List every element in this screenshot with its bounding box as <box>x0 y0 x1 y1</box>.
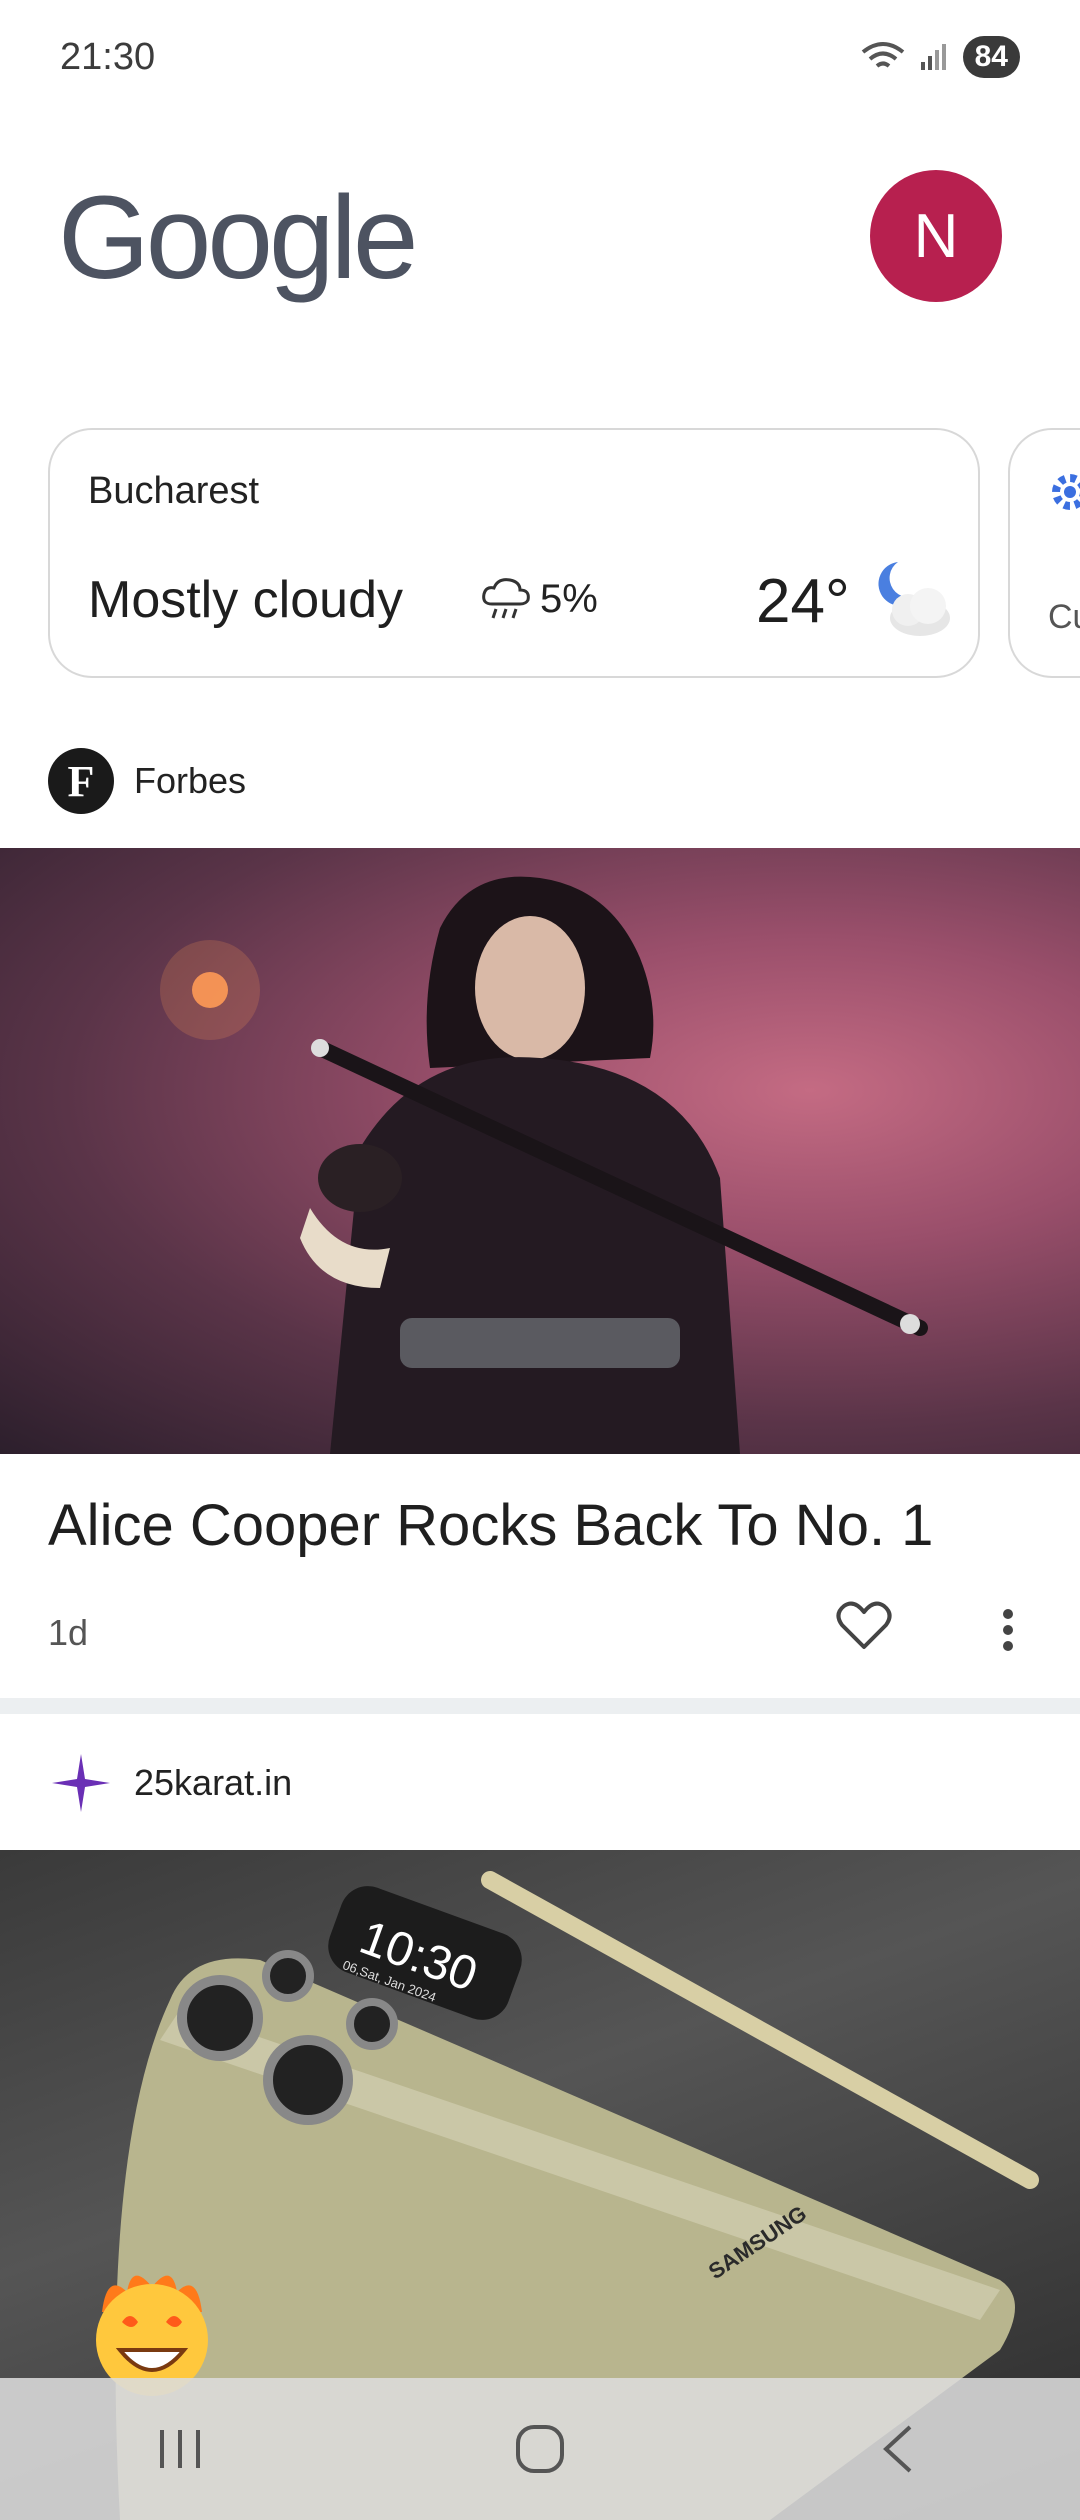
article-headline[interactable]: Alice Cooper Rocks Back To No. 1 <box>48 1492 933 1559</box>
weather-card[interactable]: Bucharest Mostly cloudy 5% 24° <box>48 428 980 678</box>
account-avatar[interactable]: N <box>870 170 1002 302</box>
source-name: 25karat.in <box>134 1762 293 1803</box>
status-time: 21:30 <box>60 36 156 78</box>
article-source-row[interactable]: F Forbes <box>48 748 246 814</box>
article-image[interactable] <box>0 848 1080 1454</box>
forbes-logo: F <box>48 748 114 814</box>
rain-chance-value: 5% <box>540 576 598 621</box>
rain-chance: 5% <box>480 576 598 622</box>
recents-icon[interactable] <box>150 2424 210 2474</box>
rain-cloud-icon <box>482 578 530 619</box>
more-options-icon[interactable] <box>990 1608 1026 1652</box>
next-card[interactable]: Cu <box>1008 428 1080 678</box>
battery-indicator: 84 <box>962 36 1020 78</box>
performer-photo <box>160 876 928 1454</box>
back-icon[interactable] <box>870 2419 930 2479</box>
sparkle-logo-icon <box>52 1754 110 1812</box>
gear-icon <box>1052 474 1080 510</box>
status-icons: 84 <box>861 36 1020 78</box>
article-age: 1d <box>48 1612 89 1653</box>
weather-city: Bucharest <box>88 470 260 512</box>
feed-divider <box>0 1698 1080 1714</box>
weather-condition: Mostly cloudy <box>88 571 403 629</box>
signal-icon <box>920 44 946 70</box>
source-name: Forbes <box>134 760 247 801</box>
weather-temperature: 24° <box>756 567 850 636</box>
next-card-text: Cu <box>1048 598 1080 636</box>
home-icon[interactable] <box>510 2419 570 2479</box>
article-source-row[interactable]: 25karat.in <box>48 1750 292 1816</box>
wifi-icon <box>861 42 904 68</box>
partly-cloudy-night-icon <box>878 562 950 636</box>
system-nav-bar <box>0 2378 1080 2520</box>
google-logo: Google <box>58 172 419 304</box>
heart-icon[interactable] <box>836 1600 892 1652</box>
